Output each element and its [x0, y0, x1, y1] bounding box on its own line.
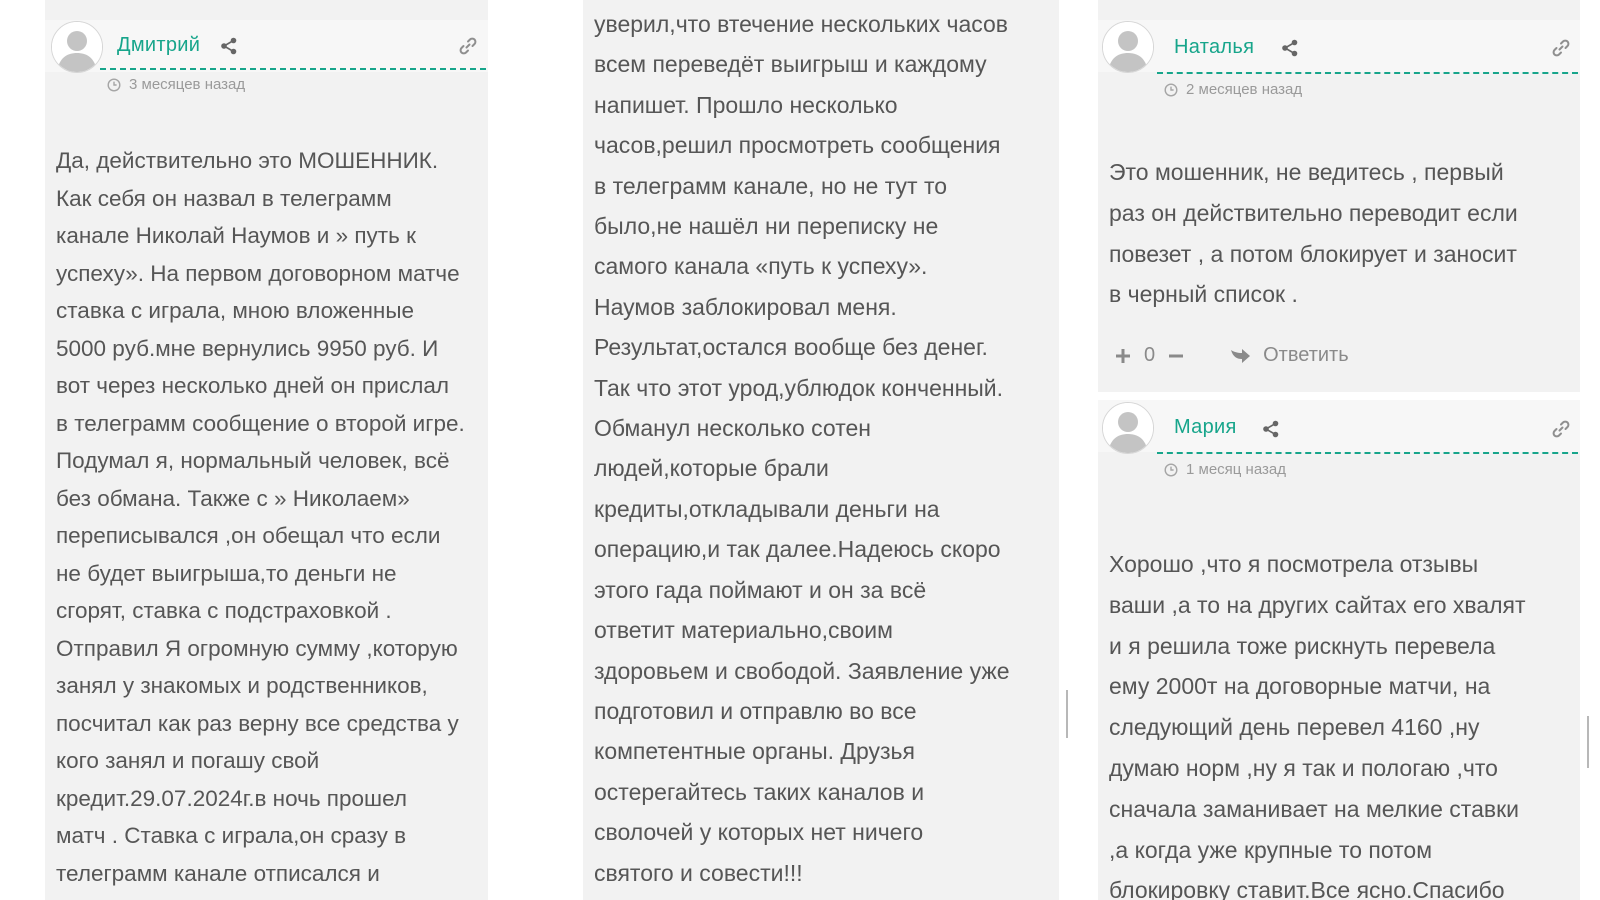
share-icon[interactable] [1262, 420, 1280, 438]
minus-icon[interactable] [1167, 347, 1185, 365]
avatar[interactable] [1102, 402, 1154, 454]
comment-separator [1098, 392, 1580, 400]
header-divider [1157, 72, 1578, 74]
header-divider [1157, 452, 1578, 454]
author-name[interactable]: Дмитрий [117, 34, 200, 57]
link-icon[interactable] [459, 37, 477, 55]
avatar[interactable] [51, 21, 103, 73]
comment-header [1098, 20, 1580, 72]
clock-icon [1164, 462, 1178, 477]
share-icon[interactable] [220, 37, 238, 55]
comment-time-label: 3 месяцев назад [129, 76, 246, 93]
comments-right-column: Наталья 2 месяцев назад Это мошенник, не… [1098, 0, 1580, 900]
header-divider [100, 68, 486, 70]
comment-header [45, 20, 488, 72]
plus-icon[interactable] [1114, 347, 1132, 365]
avatar-placeholder-icon [1103, 22, 1153, 72]
scrollbar-thumb[interactable] [1066, 690, 1068, 738]
comment-time-label: 2 месяцев назад [1186, 81, 1303, 98]
comment-time-label: 1 месяц назад [1186, 461, 1286, 478]
comment-text: Хорошо ,что я посмотрела отзывы ваши ,а … [1109, 551, 1526, 900]
link-icon[interactable] [1552, 420, 1570, 438]
comment-dmitry: Дмитрий 3 месяцев назад Да, действительн… [45, 0, 488, 900]
comment-time: 1 месяц назад [1164, 461, 1286, 478]
scrollbar-thumb[interactable] [1587, 716, 1589, 768]
comment-time: 3 месяцев назад [107, 76, 245, 93]
clock-icon [1164, 82, 1178, 97]
reply-arrow-icon [1231, 348, 1251, 363]
reply-button[interactable]: Ответить [1229, 344, 1349, 367]
share-icon[interactable] [1281, 39, 1299, 57]
comment-text: Да, действительно это МОШЕННИК. Как себя… [56, 148, 465, 886]
vote-count: 0 [1144, 344, 1156, 366]
clock-icon [107, 77, 121, 92]
comment-time: 2 месяцев назад [1164, 81, 1302, 98]
comment-header [1098, 400, 1580, 452]
comment-text: уверил,что втечение нескольких часов все… [594, 11, 1010, 886]
avatar-placeholder-icon [52, 22, 102, 72]
reply-label: Ответить [1263, 344, 1349, 366]
link-icon[interactable] [1552, 39, 1570, 57]
author-name[interactable]: Наталья [1174, 36, 1254, 59]
comment-text: Это мошенник, не ведитесь , первый раз о… [1109, 159, 1518, 308]
vote-controls: 0 Ответить [1114, 344, 1349, 367]
author-name[interactable]: Мария [1174, 416, 1237, 439]
avatar-placeholder-icon [1103, 403, 1153, 453]
comment-continuation: уверил,что втечение нескольких часов все… [583, 0, 1059, 900]
avatar[interactable] [1102, 21, 1154, 73]
